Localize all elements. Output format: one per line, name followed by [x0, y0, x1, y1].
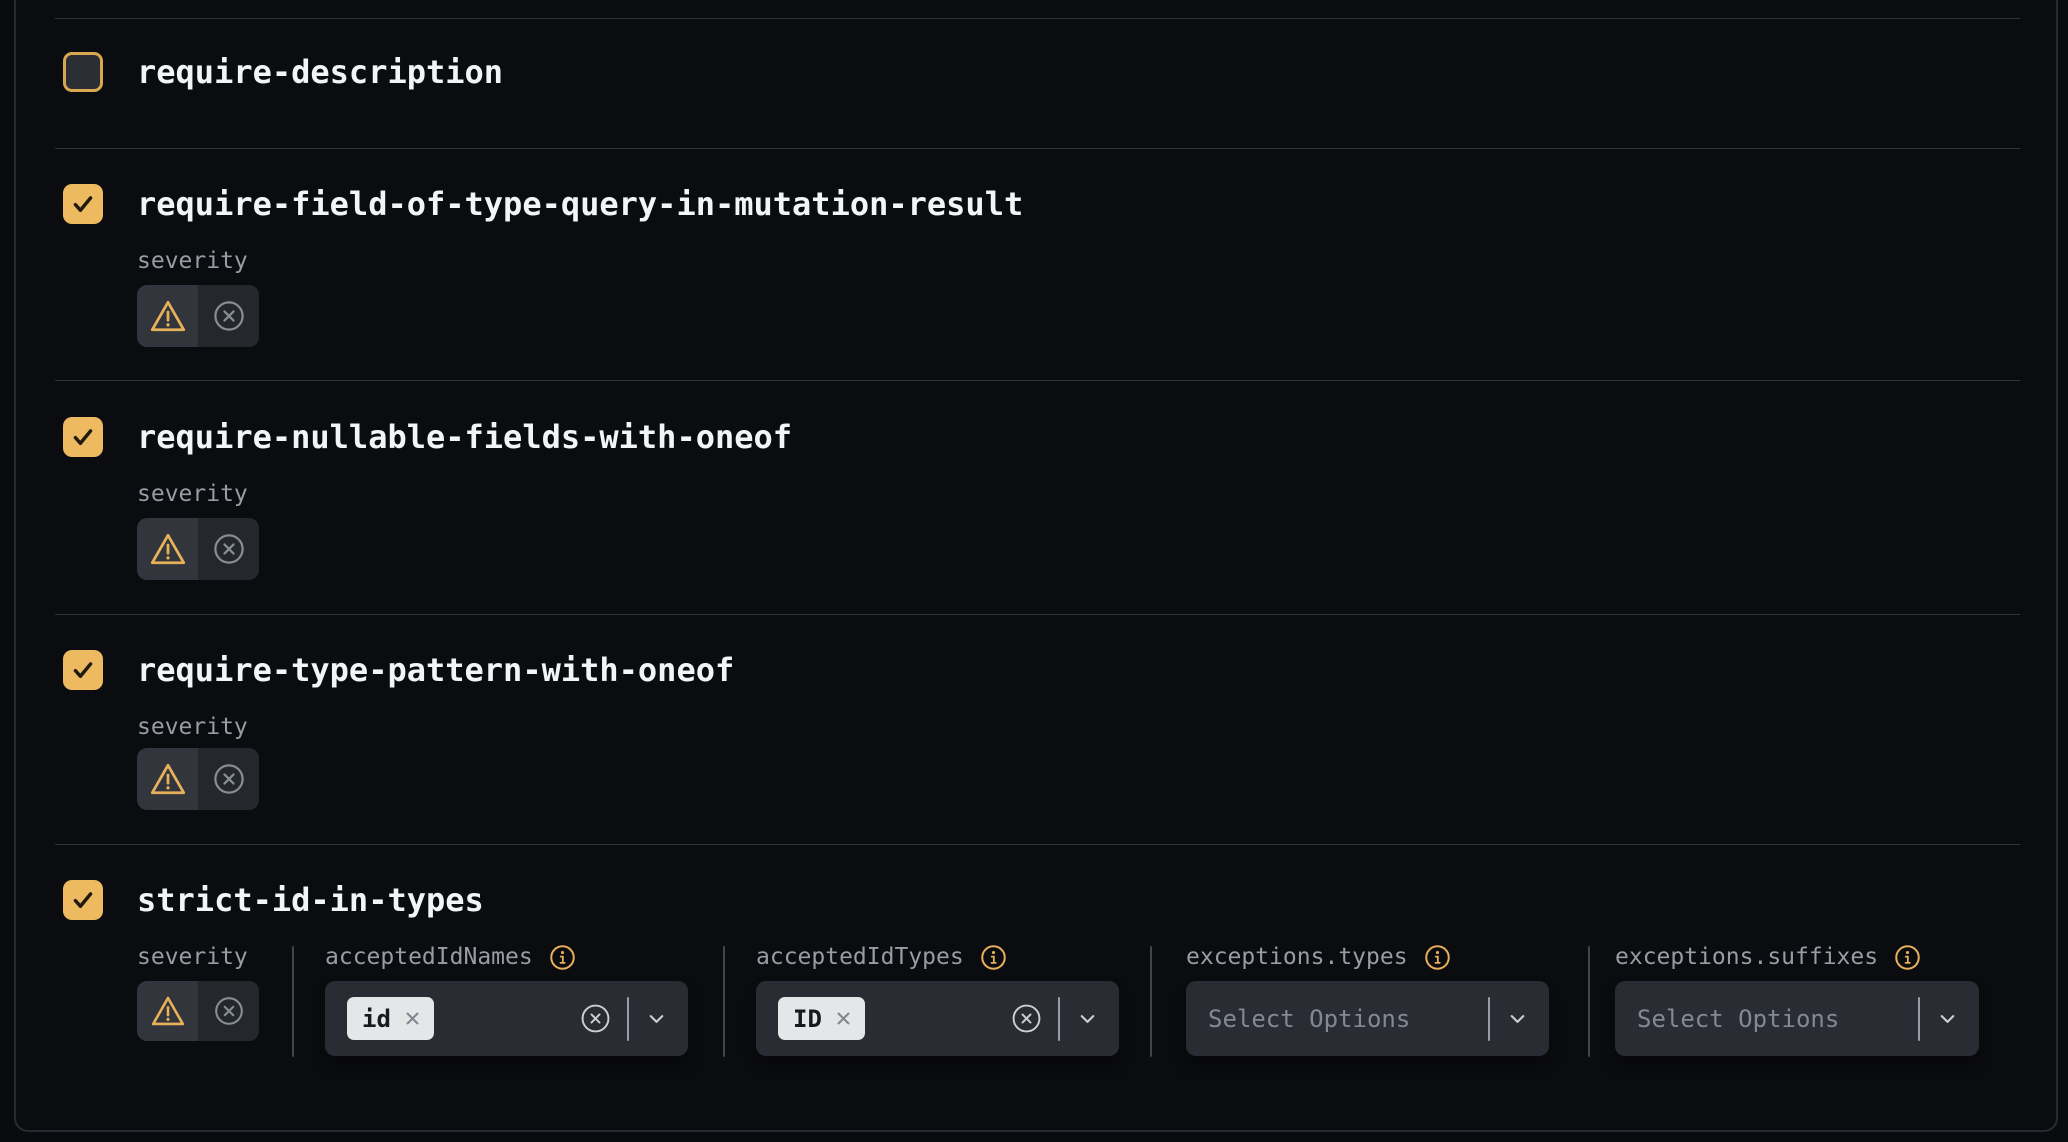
circle-x-icon [213, 995, 245, 1027]
severity-off-button[interactable] [198, 981, 259, 1041]
select-separator [1488, 997, 1490, 1041]
selected-tag: ID [778, 997, 865, 1040]
row-divider [55, 18, 2020, 19]
info-icon[interactable] [1424, 944, 1451, 971]
option-label-row: exceptions.types [1186, 943, 1451, 971]
accepted-id-names-select[interactable]: id [325, 981, 688, 1056]
check-icon [70, 424, 96, 450]
chevron-down-icon[interactable] [645, 1007, 668, 1030]
option-label: acceptedIdTypes [756, 944, 964, 970]
exceptions-suffixes-select[interactable]: Select Options [1615, 981, 1979, 1056]
severity-toggle [137, 748, 259, 810]
info-icon[interactable] [980, 944, 1007, 971]
severity-label: severity [137, 480, 248, 508]
info-icon[interactable] [549, 944, 576, 971]
option-label: exceptions.suffixes [1615, 944, 1878, 970]
severity-off-button[interactable] [198, 748, 259, 810]
circle-x-icon [212, 532, 246, 566]
row-divider [55, 380, 2020, 381]
rule-checkbox-require-description[interactable] [63, 52, 103, 92]
info-icon[interactable] [1894, 944, 1921, 971]
warning-triangle-icon [148, 761, 188, 797]
option-label-row: exceptions.suffixes [1615, 943, 1921, 971]
accepted-id-types-select[interactable]: ID [756, 981, 1119, 1056]
severity-toggle [137, 285, 259, 347]
chevron-down-icon[interactable] [1076, 1007, 1099, 1030]
row-divider [55, 148, 2020, 149]
rule-checkbox-require-field-of-type-query-in-mutation-result[interactable] [63, 184, 103, 224]
warning-triangle-icon [148, 298, 188, 334]
severity-warn-button[interactable] [137, 285, 198, 347]
severity-label: severity [137, 247, 248, 275]
select-separator [627, 997, 629, 1041]
severity-label: severity [137, 943, 248, 971]
column-divider [1588, 946, 1590, 1057]
severity-off-button[interactable] [198, 285, 259, 347]
tag-label: id [362, 1007, 391, 1031]
rule-name: require-type-pattern-with-oneof [137, 650, 734, 690]
option-label-row: acceptedIdTypes [756, 943, 1007, 971]
rule-name: strict-id-in-types [137, 880, 484, 920]
clear-icon[interactable] [580, 1003, 611, 1034]
warning-triangle-icon [148, 531, 188, 567]
rule-name: require-nullable-fields-with-oneof [137, 417, 792, 457]
check-icon [70, 191, 96, 217]
rule-name: require-field-of-type-query-in-mutation-… [137, 184, 1023, 224]
warning-triangle-icon [149, 994, 187, 1028]
severity-label: severity [137, 713, 248, 741]
circle-x-icon [212, 299, 246, 333]
select-separator [1918, 997, 1920, 1041]
severity-warn-button[interactable] [137, 748, 198, 810]
severity-warn-button[interactable] [137, 981, 198, 1041]
rule-checkbox-strict-id-in-types[interactable] [63, 880, 103, 920]
rule-checkbox-require-type-pattern-with-oneof[interactable] [63, 650, 103, 690]
severity-toggle [137, 518, 259, 580]
option-label: acceptedIdNames [325, 944, 533, 970]
tag-remove-icon[interactable] [404, 1010, 421, 1027]
row-divider [55, 614, 2020, 615]
exceptions-types-select[interactable]: Select Options [1186, 981, 1549, 1056]
option-label: exceptions.types [1186, 944, 1408, 970]
rule-checkbox-require-nullable-fields-with-oneof[interactable] [63, 417, 103, 457]
check-icon [70, 657, 96, 683]
option-label-row: acceptedIdNames [325, 943, 576, 971]
severity-toggle [137, 981, 259, 1041]
select-placeholder: Select Options [1637, 1005, 1839, 1033]
chevron-down-icon[interactable] [1506, 1007, 1529, 1030]
rule-name: require-description [137, 52, 503, 92]
chevron-down-icon[interactable] [1936, 1007, 1959, 1030]
selected-tag: id [347, 997, 434, 1040]
column-divider [1150, 946, 1152, 1057]
circle-x-icon [212, 762, 246, 796]
rules-settings-page: require-description require-field-of-typ… [0, 0, 2068, 1142]
check-icon [70, 887, 96, 913]
tag-remove-icon[interactable] [835, 1010, 852, 1027]
column-divider [723, 946, 725, 1057]
select-placeholder: Select Options [1208, 1005, 1410, 1033]
tag-label: ID [793, 1007, 822, 1031]
select-separator [1058, 997, 1060, 1041]
severity-warn-button[interactable] [137, 518, 198, 580]
clear-icon[interactable] [1011, 1003, 1042, 1034]
column-divider [292, 946, 294, 1057]
row-divider [55, 844, 2020, 845]
severity-off-button[interactable] [198, 518, 259, 580]
